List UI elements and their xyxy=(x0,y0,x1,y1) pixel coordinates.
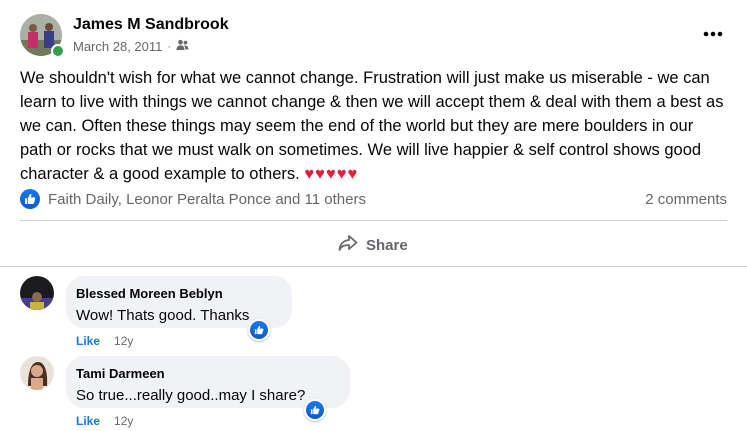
comment-timestamp[interactable]: 12y xyxy=(114,334,133,348)
post-body-text: We shouldn't wish for what we cannot cha… xyxy=(20,69,724,183)
online-status-indicator xyxy=(51,44,65,58)
post-meta: March 28, 2011 · xyxy=(73,39,189,54)
author-name[interactable]: James M Sandbrook xyxy=(73,16,229,34)
reactions-summary: Faith Daily, Leonor Peralta Ponce and 11… xyxy=(20,186,727,212)
divider xyxy=(0,266,747,267)
comment-text: So true...really good..may I share? xyxy=(76,387,306,404)
commenter-name[interactable]: Blessed Moreen Beblyn xyxy=(76,285,280,303)
share-icon xyxy=(338,234,358,256)
comment-actions: Like 12y xyxy=(76,334,133,348)
post-body: We shouldn't wish for what we cannot cha… xyxy=(20,66,726,186)
comment-item: Blessed Moreen Beblyn Wow! Thats good. T… xyxy=(20,276,420,356)
comment-count[interactable]: 2 comments xyxy=(645,191,727,208)
share-label: Share xyxy=(366,236,408,254)
comment-item: Tami Darmeen So true...really good..may … xyxy=(20,356,420,431)
commenter-avatar[interactable] xyxy=(20,276,54,310)
friends-icon[interactable] xyxy=(176,39,189,54)
like-icon[interactable] xyxy=(304,399,326,421)
divider xyxy=(20,220,727,221)
comment-bubble: Tami Darmeen So true...really good..may … xyxy=(66,356,350,408)
heart-emojis: ♥♥♥♥♥ xyxy=(304,165,359,183)
like-icon[interactable] xyxy=(20,189,40,209)
post-date[interactable]: March 28, 2011 xyxy=(73,39,162,54)
comment-like-button[interactable]: Like xyxy=(76,334,100,348)
share-button[interactable]: Share xyxy=(338,232,408,258)
post-header: James M Sandbrook March 28, 2011 · xyxy=(20,14,727,58)
commenter-name[interactable]: Tami Darmeen xyxy=(76,365,338,383)
comment-actions: Like 12y xyxy=(76,414,133,428)
like-icon[interactable] xyxy=(248,319,270,341)
more-options-icon[interactable] xyxy=(699,22,727,46)
meta-separator: · xyxy=(167,40,172,53)
commenter-avatar[interactable] xyxy=(20,356,54,390)
comment-like-button[interactable]: Like xyxy=(76,414,100,428)
reactors-list[interactable]: Faith Daily, Leonor Peralta Ponce and 11… xyxy=(48,191,366,208)
comment-timestamp[interactable]: 12y xyxy=(114,414,133,428)
